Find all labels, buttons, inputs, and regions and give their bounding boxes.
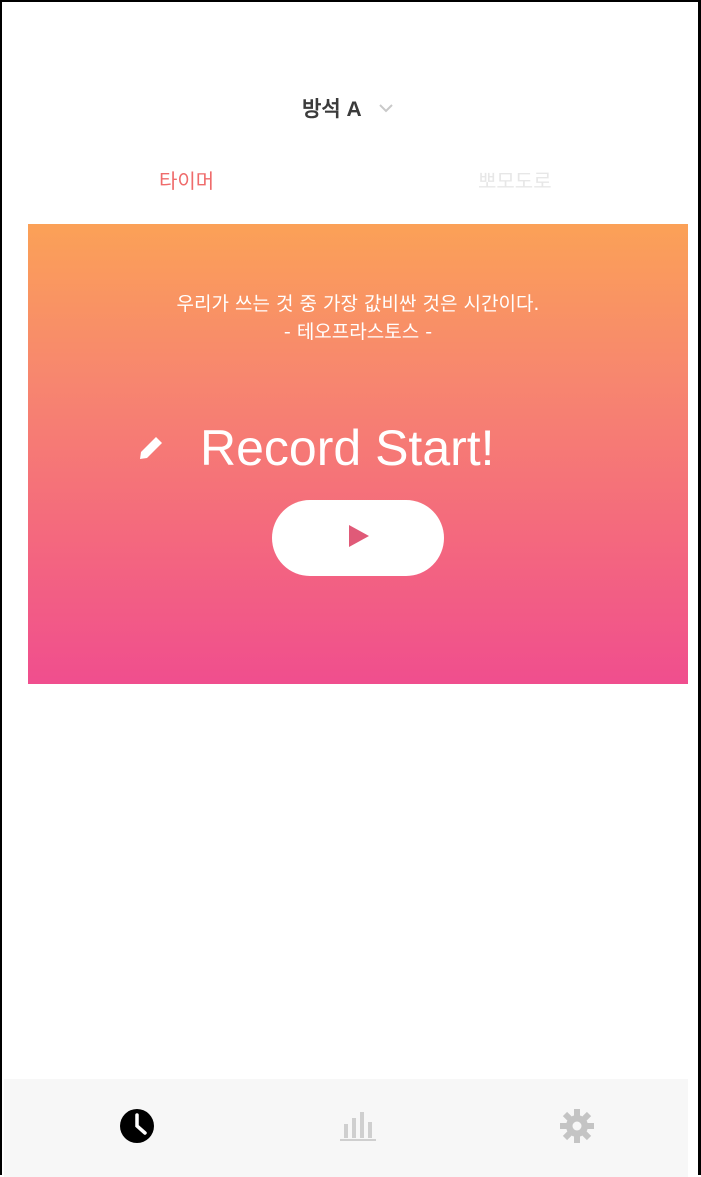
clock-icon (117, 1106, 157, 1150)
record-start-label-row[interactable]: Record Start! (136, 420, 495, 476)
nav-timer-button[interactable] (115, 1106, 159, 1150)
record-start-label: Record Start! (200, 420, 495, 476)
tab-timer[interactable]: 타이머 (159, 165, 214, 194)
quote-author: - 테오프라스토스 - (283, 321, 433, 343)
nav-stats-button[interactable] (336, 1106, 380, 1150)
quote-text: 우리가 쓰는 것 중 가장 값비싼 것은 시간이다. (176, 293, 540, 315)
nav-settings-button[interactable] (555, 1106, 599, 1150)
room-title: 방석 A (302, 98, 362, 121)
tab-pomodoro[interactable]: 뽀모도로 (478, 165, 552, 194)
play-button[interactable] (272, 500, 444, 576)
timer-hero-panel: 우리가 쓰는 것 중 가장 값비싼 것은 시간이다. - 테오프라스토스 - R… (28, 224, 688, 684)
room-selector[interactable]: 방석 A (302, 90, 396, 126)
bar-chart-icon (336, 1108, 380, 1148)
play-icon (345, 523, 371, 553)
gear-icon (557, 1106, 597, 1150)
chevron-down-icon (376, 98, 396, 118)
pencil-icon (136, 433, 166, 463)
bottom-navigation (4, 1079, 688, 1177)
app-screen: 방석 A 타이머 뽀모도로 우리가 쓰는 것 중 가장 값비싼 것은 시간이다.… (0, 0, 701, 1177)
